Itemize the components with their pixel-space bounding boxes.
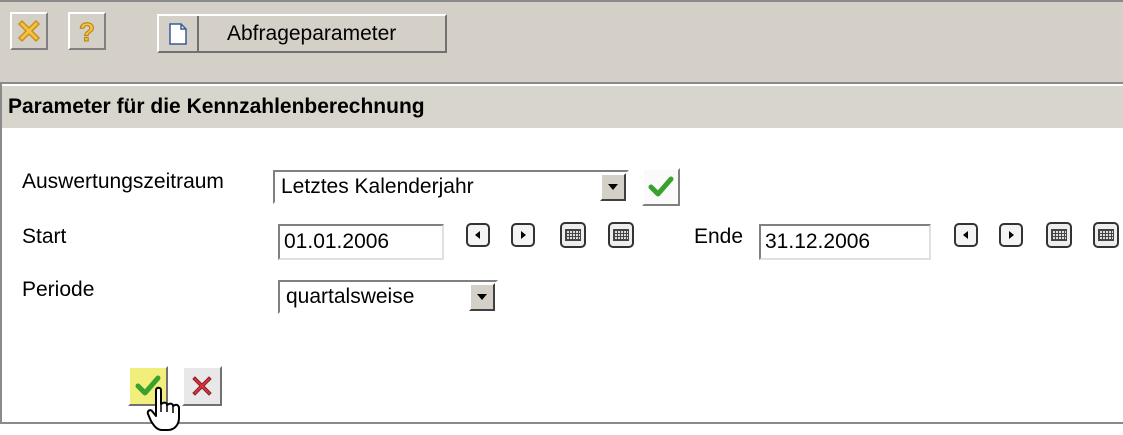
hand-cursor-icon (146, 386, 180, 431)
calendar-icon (1051, 229, 1067, 241)
calendar-icon (1098, 229, 1114, 241)
ende-date-input[interactable]: 31.12.2006 (759, 224, 931, 260)
zeitraum-label: Auswertungszeitraum (22, 170, 224, 193)
periode-label: Periode (22, 278, 95, 301)
start-next-button[interactable] (511, 223, 535, 247)
svg-text:?: ? (79, 17, 95, 46)
apply-zeitraum-button[interactable] (642, 168, 680, 206)
help-question-icon: ? (79, 17, 96, 47)
check-icon (648, 176, 674, 197)
calendar-icon (613, 229, 629, 241)
tab-abfrageparameter[interactable]: Abfrageparameter (157, 14, 447, 53)
document-icon (159, 16, 199, 51)
ende-next-button[interactable] (999, 223, 1023, 247)
section-title: Parameter für die Kennzahlenberechnung (2, 86, 1123, 128)
arrow-left-icon (475, 231, 480, 239)
ende-calendar-button[interactable] (1046, 222, 1072, 248)
periode-select[interactable]: quartalsweise (278, 280, 498, 314)
ende-prev-button[interactable] (954, 223, 978, 247)
cancel-button[interactable] (182, 366, 222, 406)
ende-calendar2-button[interactable] (1093, 222, 1119, 248)
help-button[interactable]: ? (68, 12, 106, 50)
zeitraum-value: Letztes Kalenderjahr (281, 175, 474, 198)
start-date-input[interactable]: 01.01.2006 (278, 224, 444, 260)
chevron-down-icon[interactable] (600, 173, 626, 201)
arrow-left-icon (963, 231, 968, 239)
tab-label: Abfrageparameter (227, 21, 397, 45)
close-x-icon (17, 19, 41, 43)
start-calendar-button[interactable] (560, 222, 586, 248)
arrow-right-icon (521, 231, 526, 239)
start-label: Start (22, 225, 67, 248)
arrow-right-icon (1009, 231, 1014, 239)
periode-value: quartalsweise (286, 285, 415, 308)
start-calendar2-button[interactable] (608, 222, 634, 248)
start-prev-button[interactable] (466, 223, 490, 247)
close-button[interactable] (10, 12, 48, 50)
calendar-icon (565, 229, 581, 241)
zeitraum-select[interactable]: Letztes Kalenderjahr (273, 170, 629, 204)
toolbar: ? Abfrageparameter (0, 0, 1123, 84)
ende-label: Ende (694, 225, 744, 248)
chevron-down-icon[interactable] (469, 283, 495, 311)
close-x-icon (192, 376, 212, 396)
